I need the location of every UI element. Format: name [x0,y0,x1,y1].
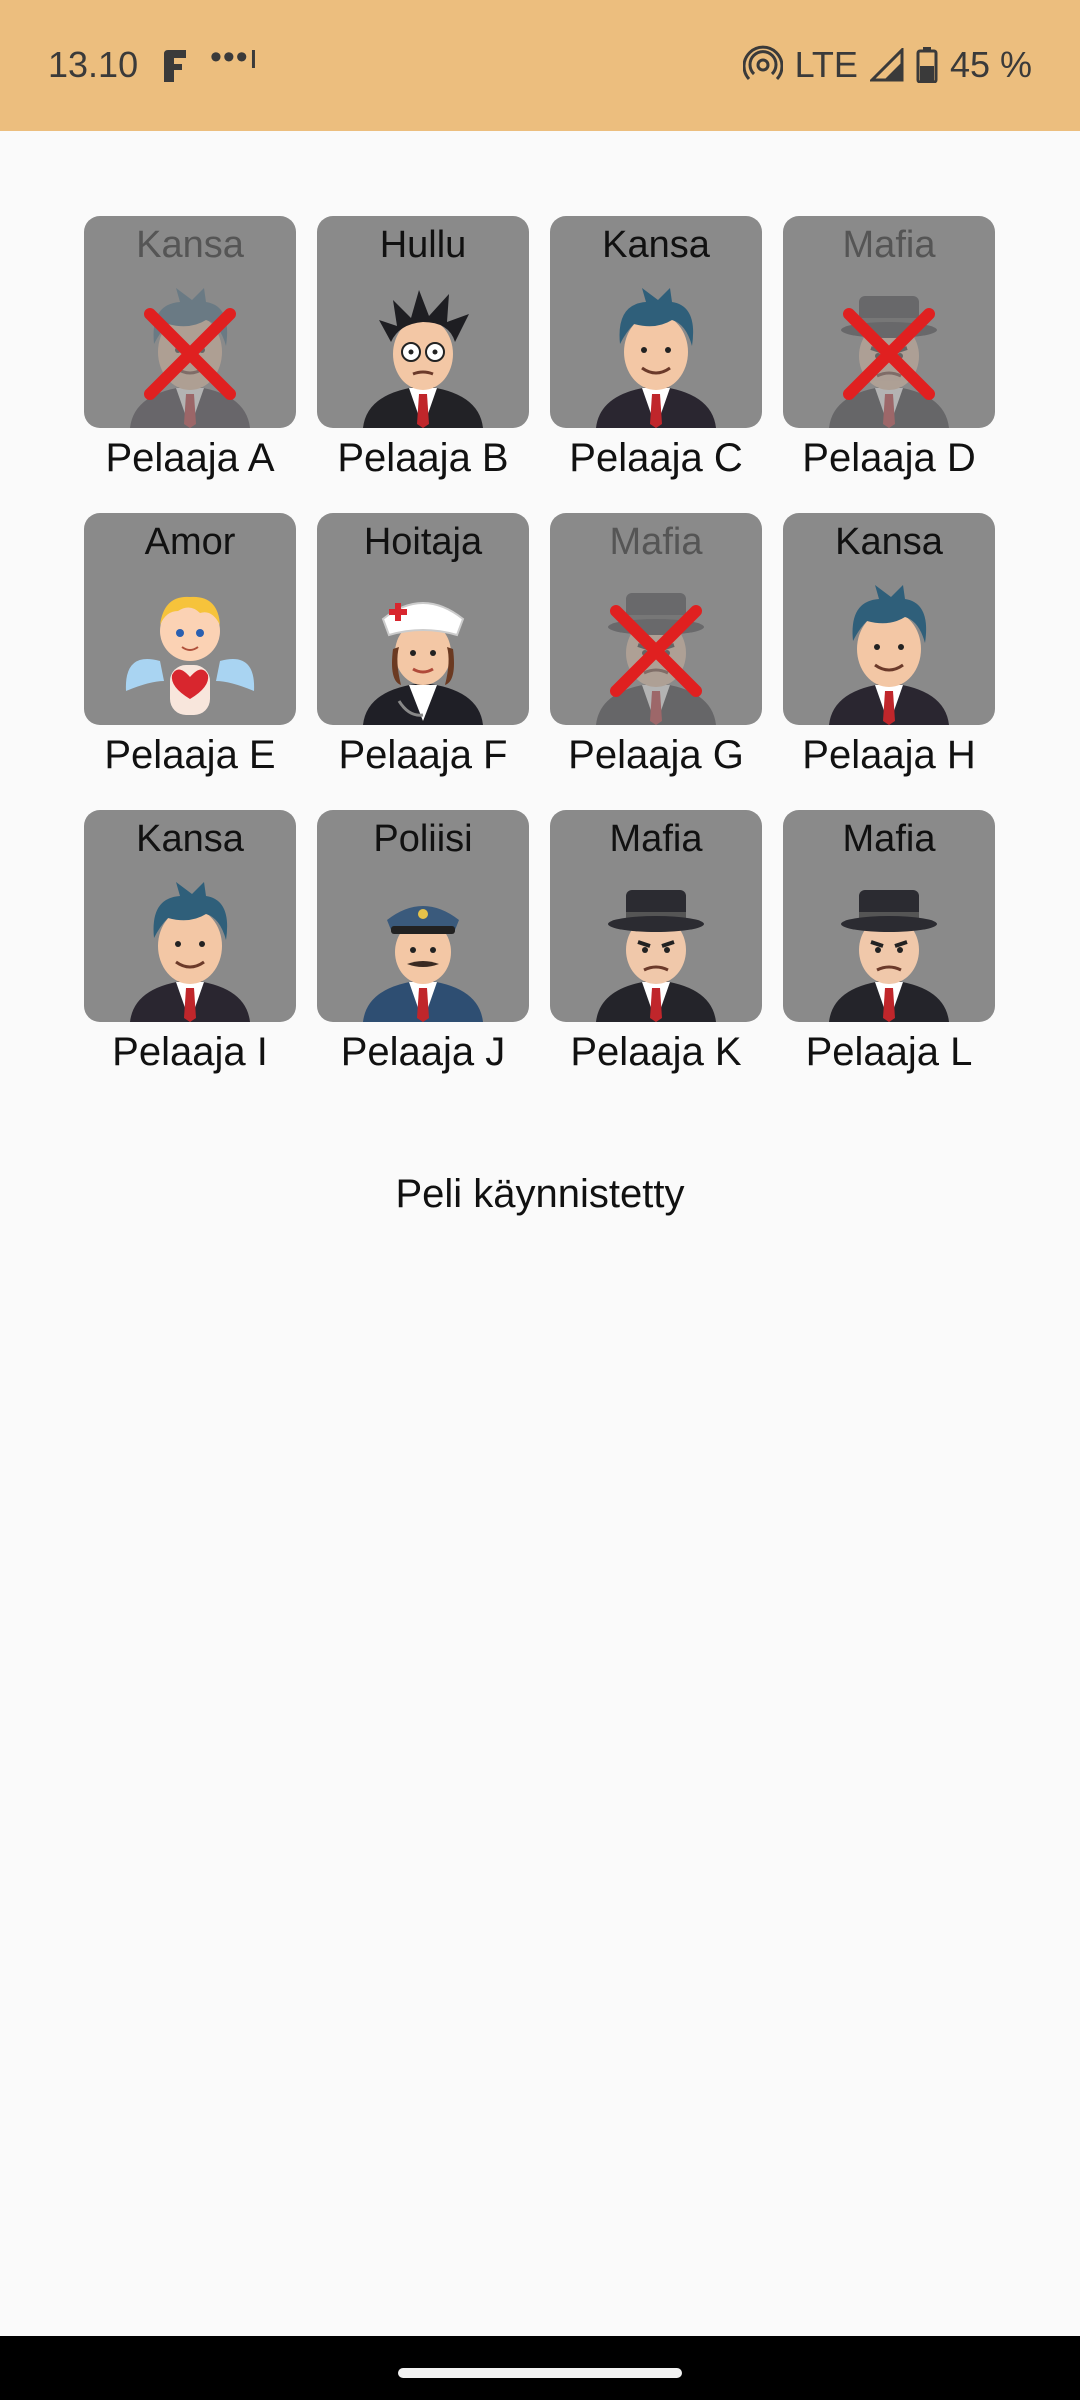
player-name-label: Pelaaja B [337,436,509,480]
mafia-avatar [819,878,959,1022]
player-name-label: Pelaaja C [569,436,743,480]
player-grid: Kansa Pelaaja A Hullu Pelaaja B Kansa Pelaaja… [84,216,995,1107]
player-card[interactable]: Amor [84,513,296,725]
player-role-label: Kansa [602,224,710,266]
player-cell[interactable]: Kansa Pelaaja A [84,216,296,513]
player-card[interactable]: Kansa [783,513,995,725]
player-name-label: Pelaaja E [104,733,276,777]
citizen-avatar [120,878,260,1022]
player-role-label: Mafia [842,224,936,266]
player-cell[interactable]: Kansa Pelaaja H [783,513,995,810]
eliminated-x-icon [839,304,939,404]
player-card[interactable]: Mafia [550,810,762,1022]
player-card[interactable]: Mafia [783,216,995,428]
player-cell[interactable]: Kansa Pelaaja C [550,216,762,513]
player-name-label: Pelaaja L [805,1030,973,1074]
network-type-label: LTE [794,44,858,85]
player-name-label: Pelaaja K [570,1030,742,1074]
player-role-label: Kansa [136,818,244,860]
player-card[interactable]: Kansa [550,216,762,428]
player-card[interactable]: Mafia [550,513,762,725]
player-card[interactable]: Kansa [84,216,296,428]
eliminated-x-icon [606,601,706,701]
madman-avatar [353,284,493,428]
player-role-label: Hullu [379,224,467,266]
player-name-label: Pelaaja H [802,733,976,777]
player-cell[interactable]: Amor Pelaaja E [84,513,296,810]
game-status-message: Peli käynnistetty [395,1172,685,1216]
player-card[interactable]: Kansa [84,810,296,1022]
player-name-label: Pelaaja J [340,1030,506,1074]
player-role-label: Kansa [136,224,244,266]
player-card[interactable]: Mafia [783,810,995,1022]
player-card[interactable]: Hullu [317,216,529,428]
player-cell[interactable]: Hoitaja Pelaaja F [317,513,529,810]
status-bar: 13.10 •••ı LTE 45 % [0,0,1080,131]
battery-percentage: 45 % [949,44,1032,85]
player-role-label: Mafia [842,818,936,860]
eliminated-x-icon [140,304,240,404]
player-cell[interactable]: Hullu Pelaaja B [317,216,529,513]
player-cell[interactable]: Mafia Pelaaja L [783,810,995,1107]
mafia-avatar [586,878,726,1022]
player-role-label: Poliisi [373,818,473,860]
player-name-label: Pelaaja D [802,436,976,480]
citizen-avatar [586,284,726,428]
more-notifications-icon: •••ı [210,38,260,76]
navigation-bar [0,2336,1080,2400]
status-time: 13.10 [48,44,139,85]
player-name-label: Pelaaja G [568,733,744,777]
app-notification-icon [164,50,186,82]
police-avatar [353,878,493,1022]
home-gesture-bar[interactable] [398,2368,682,2378]
player-cell[interactable]: Mafia Pelaaja K [550,810,762,1107]
hotspot-icon [742,45,783,81]
cupid-avatar [120,581,260,725]
player-role-label: Kansa [835,521,943,563]
player-role-label: Mafia [609,818,703,860]
player-cell[interactable]: Mafia Pelaaja G [550,513,762,810]
player-cell[interactable]: Kansa Pelaaja I [84,810,296,1107]
player-role-label: Mafia [609,521,703,563]
player-card[interactable]: Hoitaja [317,513,529,725]
nurse-avatar [353,581,493,725]
player-role-label: Hoitaja [363,521,483,563]
player-role-label: Amor [144,521,236,563]
signal-icon [869,48,904,82]
battery-icon [916,47,938,83]
player-name-label: Pelaaja I [112,1030,268,1074]
player-cell[interactable]: Mafia Pelaaja D [783,216,995,513]
player-name-label: Pelaaja F [338,733,508,777]
player-name-label: Pelaaja A [105,436,275,480]
citizen-avatar [819,581,959,725]
player-cell[interactable]: Poliisi Pelaaja J [317,810,529,1107]
player-card[interactable]: Poliisi [317,810,529,1022]
